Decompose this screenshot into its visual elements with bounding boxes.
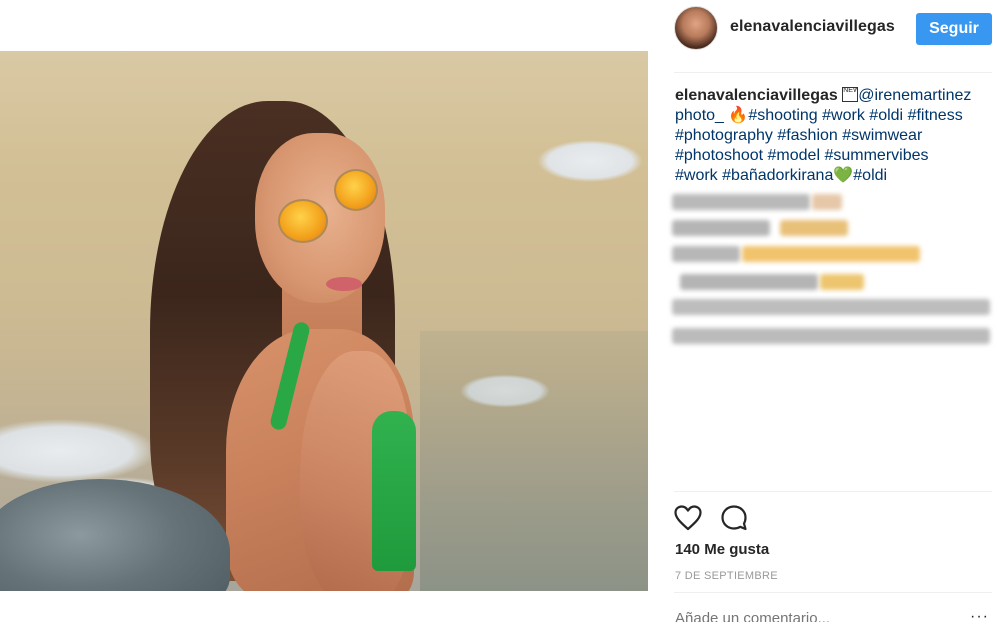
actions-divider xyxy=(674,491,992,492)
avatar[interactable] xyxy=(674,6,718,50)
heart-icon xyxy=(674,505,702,531)
hashtag[interactable]: #oldi xyxy=(869,107,903,124)
follow-button[interactable]: Seguir xyxy=(916,13,992,45)
photo-sunglasses-left xyxy=(278,199,328,243)
hashtag[interactable]: #bañadorkirana xyxy=(722,167,833,184)
blurred-caption-line xyxy=(672,328,990,344)
blurred-caption-line xyxy=(672,246,740,262)
likes-count[interactable]: 140 Me gusta xyxy=(675,541,769,558)
comment-input[interactable] xyxy=(675,610,965,622)
green-heart-emoji: 💚 xyxy=(833,167,854,184)
hashtag[interactable]: #fashion xyxy=(777,127,838,144)
new-emoji: NEW xyxy=(842,87,859,102)
blurred-caption-line xyxy=(812,194,842,210)
hashtag[interactable]: #summervibes xyxy=(824,147,928,164)
header-divider xyxy=(674,72,992,73)
caption-mention-cont[interactable]: photo_ xyxy=(675,107,724,124)
caption-mention[interactable]: @irenemartinez xyxy=(858,87,971,104)
blurred-caption-line xyxy=(672,220,770,236)
hashtag[interactable]: #model xyxy=(768,147,820,164)
like-button[interactable] xyxy=(673,503,703,533)
hashtag[interactable]: #shooting xyxy=(748,107,817,124)
post-caption: elenavalenciavillegas NEW@irenemartinez … xyxy=(675,86,993,186)
more-options-button[interactable]: ··· xyxy=(970,608,989,622)
comment-divider xyxy=(674,592,992,593)
photo-swimsuit xyxy=(372,411,416,571)
hashtag[interactable]: #work xyxy=(822,107,865,124)
post-date[interactable]: 7 DE SEPTIEMBRE xyxy=(675,570,778,582)
hashtag[interactable]: #photoshoot xyxy=(675,147,763,164)
hashtag[interactable]: #photography xyxy=(675,127,773,144)
blurred-caption-line xyxy=(680,274,818,290)
blurred-caption-line xyxy=(672,194,810,210)
caption-username[interactable]: elenavalenciavillegas xyxy=(675,87,838,104)
photo-sunglasses-right xyxy=(334,169,378,211)
hashtag[interactable]: #swimwear xyxy=(842,127,922,144)
blurred-caption-line xyxy=(780,220,848,236)
comment-button[interactable] xyxy=(719,503,749,533)
hashtag[interactable]: #fitness xyxy=(908,107,963,124)
photo-lips xyxy=(326,277,362,291)
blurred-caption-line xyxy=(820,274,864,290)
photo-background-grass xyxy=(420,331,648,591)
blurred-caption-line xyxy=(672,299,990,315)
fire-emoji: 🔥 xyxy=(728,107,749,124)
post-photo[interactable] xyxy=(0,51,648,591)
hashtag[interactable]: #work xyxy=(675,167,718,184)
comment-icon xyxy=(721,505,747,531)
blurred-caption-line xyxy=(742,246,920,262)
hashtag[interactable]: #oldi xyxy=(853,167,887,184)
post-username[interactable]: elenavalenciavillegas xyxy=(730,18,895,36)
